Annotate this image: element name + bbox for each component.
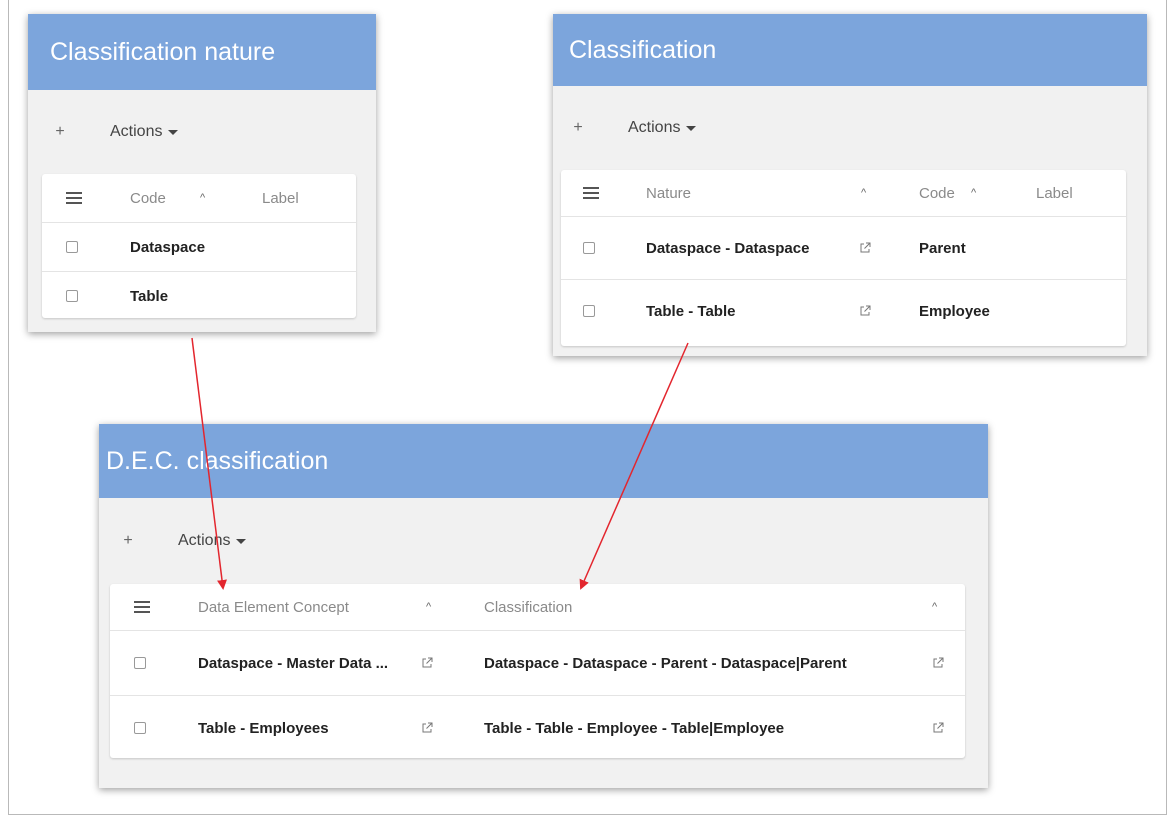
column-header-label[interactable]: Label xyxy=(262,174,299,222)
hamburger-menu-icon xyxy=(583,187,599,199)
column-header-label: Code xyxy=(130,189,166,207)
hamburger-menu-icon xyxy=(66,192,82,204)
cell-code: Dataspace xyxy=(130,238,206,256)
column-header-label: Code xyxy=(919,184,955,202)
panel-toolbar: + Actions xyxy=(553,86,1147,170)
checkbox-icon[interactable] xyxy=(66,241,78,253)
add-button[interactable]: + xyxy=(48,123,72,141)
panel-toolbar: + Actions xyxy=(99,498,988,584)
column-header-data-element-concept[interactable]: Data Element Concept xyxy=(198,584,349,630)
external-link-icon[interactable] xyxy=(421,631,433,695)
column-header-label: Label xyxy=(1036,184,1073,202)
actions-dropdown[interactable]: Actions xyxy=(110,123,179,141)
cell-data-element-concept: Table - Employees xyxy=(198,719,329,737)
external-link-icon[interactable] xyxy=(859,217,871,279)
table-header-row: Nature ^ Code ^ Label xyxy=(561,170,1126,217)
table-row[interactable]: Dataspace - Master Data ... Dataspace - … xyxy=(110,631,965,696)
caret-down-icon xyxy=(236,538,247,544)
chevron-up-icon[interactable]: ^ xyxy=(932,584,937,630)
cell-data-element-concept: Dataspace - Master Data ... xyxy=(198,654,389,672)
column-header-label: Nature xyxy=(646,184,692,202)
data-table: Code ^ Label Dataspace Table xyxy=(42,174,356,318)
caret-down-icon xyxy=(168,129,179,135)
table-row[interactable]: Dataspace xyxy=(42,223,356,272)
panel-toolbar: + Actions xyxy=(28,90,376,174)
chevron-up-icon[interactable]: ^ xyxy=(426,584,431,630)
column-header-label: Classification xyxy=(484,598,573,616)
panel-title: Classification xyxy=(553,14,1147,86)
external-link-icon[interactable] xyxy=(421,696,433,760)
cell-code: Table xyxy=(130,287,169,305)
hamburger-menu-icon xyxy=(134,601,150,613)
table-header-row: Data Element Concept ^ Classification ^ xyxy=(110,584,965,631)
add-button[interactable]: + xyxy=(566,119,590,137)
add-button[interactable]: + xyxy=(116,532,140,550)
actions-label: Actions xyxy=(110,123,163,140)
cell-nature: Table - Table xyxy=(646,302,736,320)
actions-dropdown[interactable]: Actions xyxy=(628,119,697,137)
external-link-icon[interactable] xyxy=(859,280,871,342)
cell-code: Parent xyxy=(919,239,966,257)
column-menu[interactable] xyxy=(583,170,599,216)
checkbox-icon[interactable] xyxy=(134,657,146,669)
table-area: Code ^ Label Dataspace Table xyxy=(28,174,376,332)
caret-down-icon xyxy=(686,125,697,131)
chevron-up-icon[interactable]: ^ xyxy=(200,174,205,222)
checkbox-icon[interactable] xyxy=(134,722,146,734)
dec-classification-panel: D.E.C. classification + Actions Data Ele… xyxy=(99,424,988,788)
checkbox-icon[interactable] xyxy=(66,290,78,302)
table-area: Data Element Concept ^ Classification ^ … xyxy=(99,584,988,788)
checkbox-icon[interactable] xyxy=(583,242,595,254)
external-link-icon[interactable] xyxy=(932,631,944,695)
cell-code: Employee xyxy=(919,302,990,320)
panel-title: D.E.C. classification xyxy=(99,424,988,498)
classification-nature-panel: Classification nature + Actions Code ^ L… xyxy=(28,14,376,332)
actions-label: Actions xyxy=(628,119,681,136)
table-header-row: Code ^ Label xyxy=(42,174,356,223)
cell-classification: Table - Table - Employee - Table|Employe… xyxy=(484,719,785,737)
column-header-label: Label xyxy=(262,189,299,207)
column-menu[interactable] xyxy=(134,584,150,630)
column-header-label[interactable]: Label xyxy=(1036,170,1073,216)
cell-nature: Dataspace - Dataspace xyxy=(646,239,810,257)
table-row[interactable]: Table - Employees Table - Table - Employ… xyxy=(110,696,965,760)
checkbox-icon[interactable] xyxy=(583,305,595,317)
table-row[interactable]: Table xyxy=(42,272,356,320)
data-table: Data Element Concept ^ Classification ^ … xyxy=(110,584,965,758)
external-link-icon[interactable] xyxy=(932,696,944,760)
classification-panel: Classification + Actions Nature ^ Code ^ xyxy=(553,14,1147,356)
column-header-code[interactable]: Code xyxy=(919,170,955,216)
column-header-nature[interactable]: Nature xyxy=(646,170,691,216)
data-table: Nature ^ Code ^ Label Dataspace - Datasp… xyxy=(561,170,1126,346)
chevron-up-icon[interactable]: ^ xyxy=(861,170,866,216)
column-header-classification[interactable]: Classification xyxy=(484,584,572,630)
actions-label: Actions xyxy=(178,532,231,549)
panel-title: Classification nature xyxy=(28,14,376,90)
actions-dropdown[interactable]: Actions xyxy=(178,532,247,550)
column-header-code[interactable]: Code xyxy=(130,174,166,222)
column-menu[interactable] xyxy=(66,174,82,222)
column-header-label: Data Element Concept xyxy=(198,598,349,616)
cell-classification: Dataspace - Dataspace - Parent - Dataspa… xyxy=(484,654,847,672)
chevron-up-icon[interactable]: ^ xyxy=(971,170,976,216)
table-area: Nature ^ Code ^ Label Dataspace - Datasp… xyxy=(553,170,1147,356)
table-row[interactable]: Table - Table Employee xyxy=(561,280,1126,342)
table-row[interactable]: Dataspace - Dataspace Parent xyxy=(561,217,1126,280)
